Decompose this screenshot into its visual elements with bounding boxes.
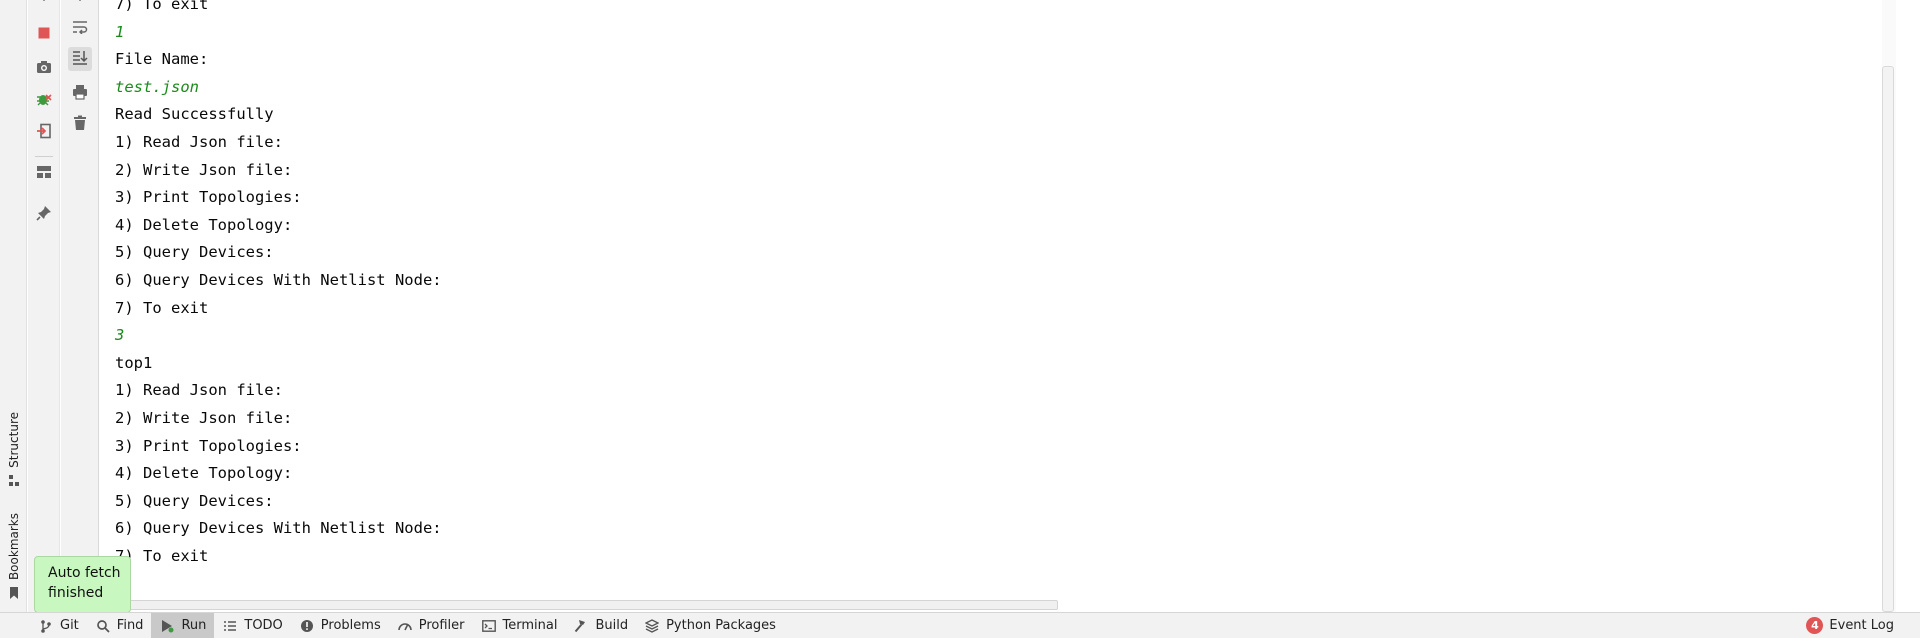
tab-git[interactable]: Git — [30, 613, 87, 638]
print-button[interactable] — [68, 82, 92, 106]
console-toolbar — [61, 0, 99, 612]
console-output-line: 4) Delete Topology: — [115, 464, 293, 483]
tab-python-packages-label: Python Packages — [666, 618, 776, 633]
console-output-line: File Name: — [115, 50, 209, 69]
console-input-line: 1 — [115, 22, 125, 41]
console-input-line: 3 — [115, 326, 125, 345]
clear-all-button[interactable] — [68, 113, 92, 137]
soft-wrap-button[interactable] — [68, 17, 92, 41]
tab-todo[interactable]: TODO — [214, 613, 290, 638]
run-icon — [159, 618, 175, 634]
scroll-to-end-icon — [72, 49, 88, 69]
tab-git-label: Git — [60, 618, 79, 633]
run-toolbar — [28, 0, 60, 612]
git-branch-icon — [38, 618, 54, 634]
console-output-line: 2) Write Json file: — [115, 408, 293, 427]
tab-todo-label: TODO — [244, 618, 283, 633]
structure-tab-label: Structure — [6, 412, 21, 468]
console-output-line: 4) Delete Topology: — [115, 215, 293, 234]
tab-python-packages[interactable]: Python Packages — [636, 613, 784, 638]
structure-tab[interactable]: Structure — [0, 412, 27, 488]
vertical-scrollbar-thumb[interactable] — [1882, 66, 1894, 612]
console-output-line: 5) Query Devices: — [115, 491, 274, 510]
console-output-line: 2) Write Json file: — [115, 160, 293, 179]
notification-line-2: finished — [48, 585, 104, 601]
bookmark-icon — [7, 586, 21, 600]
tool-window-bar: Git Find Run TODO Problems Profiler Term… — [0, 612, 1920, 638]
debug-bug-icon — [36, 91, 52, 111]
camera-icon — [36, 60, 52, 78]
profiler-icon — [397, 618, 413, 634]
tab-build[interactable]: Build — [565, 613, 636, 638]
exit-button[interactable] — [32, 121, 56, 145]
console-output-line: 3) Print Topologies: — [115, 436, 302, 455]
left-tool-strip: Structure Bookmarks — [0, 0, 27, 612]
tab-terminal[interactable]: Terminal — [473, 613, 566, 638]
layout-button[interactable] — [32, 162, 56, 186]
trash-icon — [73, 115, 87, 135]
console-output-line: 6) Query Devices With Netlist Node: — [115, 270, 442, 289]
console-output-line: 7) To exit — [115, 0, 209, 13]
previous-button[interactable] — [68, 0, 92, 12]
debug-button[interactable] — [32, 89, 56, 113]
console-output-line: Read Successfully — [115, 105, 274, 124]
search-icon — [95, 618, 111, 634]
scroll-to-end-button[interactable] — [68, 47, 92, 71]
event-log-label: Event Log — [1829, 618, 1894, 633]
tab-problems-label: Problems — [320, 618, 381, 633]
stop-icon — [37, 26, 51, 44]
notification-line-1: Auto fetch — [48, 565, 121, 581]
event-log-badge: 4 — [1806, 617, 1824, 634]
tab-profiler-label: Profiler — [418, 618, 465, 633]
structure-icon — [7, 474, 21, 488]
dump-threads-button[interactable] — [32, 57, 56, 81]
event-log-button[interactable]: 4 Event Log — [1798, 613, 1902, 638]
exit-import-icon — [36, 123, 52, 143]
console-input-line: test.json — [115, 77, 199, 96]
console-output-line: 3) Print Topologies: — [115, 188, 302, 207]
tab-run[interactable]: Run — [151, 612, 215, 638]
tab-run-label: Run — [181, 618, 207, 633]
console-output-line: 7) To exit — [115, 298, 209, 317]
console-output-line: 1) Read Json file: — [115, 132, 283, 151]
toolbar-separator — [35, 156, 53, 157]
console-output-line: top1 — [115, 353, 153, 372]
tab-problems[interactable]: Problems — [291, 613, 389, 638]
pin-icon — [36, 205, 52, 225]
tab-build-label: Build — [595, 618, 629, 633]
run-console[interactable]: 7) To exit 1 File Name: test.json Read Succe… — [100, 0, 1882, 612]
layout-icon — [36, 165, 52, 183]
console-output-line: 7) To exit — [115, 546, 209, 565]
tab-profiler[interactable]: Profiler — [389, 613, 473, 638]
tab-find-label: Find — [116, 618, 144, 633]
hammer-icon — [573, 618, 589, 634]
terminal-icon — [481, 618, 497, 634]
console-output-line: 6) Query Devices With Netlist Node: — [115, 519, 442, 538]
rerun-button[interactable] — [32, 0, 56, 12]
list-icon — [222, 618, 238, 634]
pin-button[interactable] — [32, 203, 56, 227]
chevron-icon — [37, 0, 51, 9]
bookmarks-tab[interactable]: Bookmarks — [0, 513, 27, 600]
bookmarks-tab-label: Bookmarks — [6, 513, 21, 581]
packages-icon — [644, 618, 660, 634]
stop-button[interactable] — [32, 23, 56, 47]
tab-terminal-label: Terminal — [502, 618, 558, 633]
soft-wrap-icon — [72, 20, 88, 38]
console-output-line: 1) Read Json file: — [115, 381, 283, 400]
console-output: 7) To exit 1 File Name: test.json Read Succe… — [115, 0, 442, 570]
horizontal-scrollbar[interactable] — [100, 600, 1058, 610]
chevron-icon — [73, 0, 87, 9]
print-icon — [72, 84, 88, 104]
console-output-line: 5) Query Devices: — [115, 243, 274, 262]
tab-find[interactable]: Find — [87, 613, 152, 638]
problems-icon — [299, 618, 315, 634]
auto-fetch-notification[interactable]: Auto fetch finished — [34, 556, 131, 613]
